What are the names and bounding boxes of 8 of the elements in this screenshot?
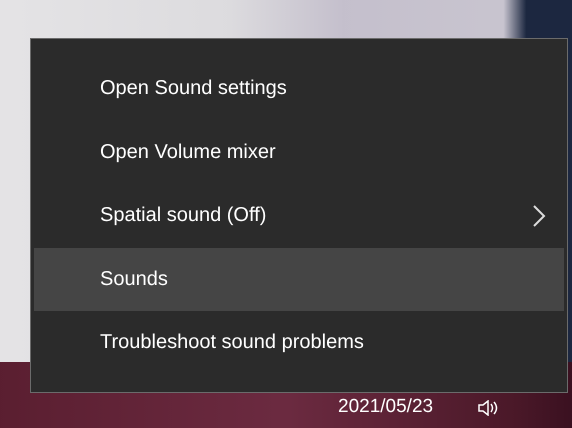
taskbar-date[interactable]: 2021/05/23	[338, 396, 434, 418]
menu-item[interactable]: Spatial sound (Off)	[34, 184, 564, 247]
menu-item[interactable]: Troubleshoot sound problems	[34, 311, 564, 374]
menu-item[interactable]: Sounds	[34, 248, 564, 310]
chevron-right-icon	[532, 204, 546, 228]
menu-item[interactable]: Open Volume mixer	[34, 120, 564, 184]
speaker-icon[interactable]	[477, 400, 500, 416]
menu-item[interactable]: Open Sound settings	[34, 57, 564, 120]
